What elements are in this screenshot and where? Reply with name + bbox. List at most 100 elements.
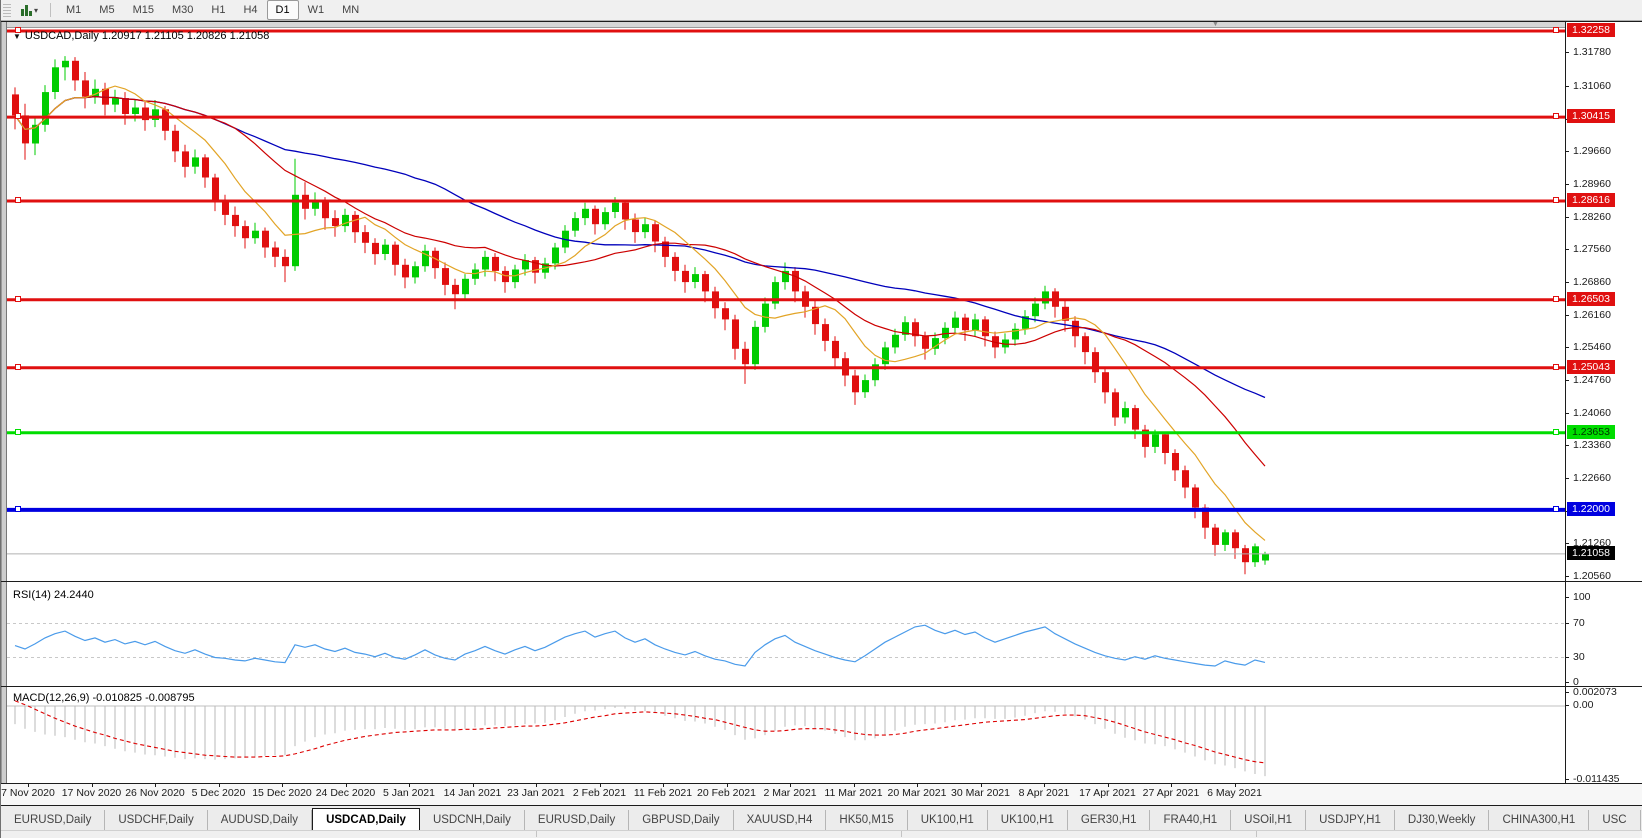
rsi-tick-mark — [1565, 657, 1569, 658]
price-tick-label: 1.31780 — [1573, 46, 1611, 58]
symbol-dropdown-icon[interactable]: ▼ — [13, 32, 21, 41]
rsi-label: RSI(14) 24.2440 — [13, 589, 94, 601]
timeframe-buttons: M1M5M15M30H1H4D1W1MN — [57, 0, 368, 20]
rsi-canvas[interactable] — [7, 583, 1565, 685]
chart-tab-usdcnh[interactable]: USDCNH,Daily — [420, 810, 525, 831]
chart-tab-audusd[interactable]: AUDUSD,Daily — [208, 810, 312, 831]
scrollbar-notch — [901, 831, 902, 837]
hline-price-label: 1.28616 — [1567, 193, 1615, 207]
hline-anchor-handle[interactable] — [1553, 27, 1559, 33]
macd-tick-mark — [1565, 779, 1569, 780]
price-tick-label: 1.26160 — [1573, 309, 1611, 321]
chart-tab-usdjpy[interactable]: USDJPY,H1 — [1306, 810, 1395, 831]
chart-title: ▼ USDCAD,Daily 1.20917 1.21105 1.20826 1.… — [13, 30, 269, 42]
price-tick-mark — [1565, 151, 1569, 152]
rsi-level-label: 70 — [1573, 617, 1585, 629]
price-tick-mark — [1565, 86, 1569, 87]
hline-anchor-handle[interactable] — [15, 296, 21, 302]
price-tick-label: 1.28960 — [1573, 178, 1611, 190]
price-tick-mark — [1565, 445, 1569, 446]
chart-tab-eurusd[interactable]: EURUSD,Daily — [525, 810, 629, 831]
timeframe-button-m30[interactable]: M30 — [163, 0, 202, 20]
price-tick-label: 1.24760 — [1573, 374, 1611, 386]
macd-canvas[interactable] — [7, 688, 1565, 782]
hline-anchor-handle[interactable] — [15, 113, 21, 119]
hline-price-label: 1.23653 — [1567, 425, 1615, 439]
chart-type-button[interactable]: ▾ — [15, 1, 44, 19]
panel-separator[interactable] — [1, 581, 1642, 582]
price-tick-label: 1.26860 — [1573, 276, 1611, 288]
chart-tab-usdcad[interactable]: USDCAD,Daily — [312, 808, 420, 831]
hline-anchor-handle[interactable] — [15, 27, 21, 33]
hline-anchor-handle[interactable] — [1553, 506, 1559, 512]
price-axis-border — [1565, 21, 1566, 783]
scrollbar-notch — [536, 831, 537, 837]
hline-anchor-handle[interactable] — [15, 364, 21, 370]
hline-price-label: 1.25043 — [1567, 360, 1615, 374]
chart-tab-uk100[interactable]: UK100,H1 — [908, 810, 988, 831]
hline-price-label: 1.32258 — [1567, 23, 1615, 37]
price-tick-label: 1.25460 — [1573, 341, 1611, 353]
scrollbar-notch — [1256, 831, 1257, 837]
main-chart-canvas[interactable] — [7, 22, 1565, 580]
rsi-tick-mark — [1565, 623, 1569, 624]
chart-tab-ger30[interactable]: GER30,H1 — [1068, 810, 1151, 831]
toolbar-grip[interactable] — [3, 3, 11, 17]
hline-price-label: 1.30415 — [1567, 109, 1615, 123]
chart-tab-china300[interactable]: CHINA300,H1 — [1489, 810, 1589, 831]
price-tick-mark — [1565, 217, 1569, 218]
hline-anchor-handle[interactable] — [15, 506, 21, 512]
chart-tab-usoil[interactable]: USOil,H1 — [1231, 810, 1306, 831]
hline-price-label: 1.22000 — [1567, 502, 1615, 516]
timeframe-toolbar: ▾ M1M5M15M30H1H4D1W1MN — [1, 0, 1642, 21]
chart-tab-bar: EURUSD,DailyUSDCHF,DailyAUDUSD,DailyUSDC… — [1, 805, 1642, 831]
chart-tab-gbpusd[interactable]: GBPUSD,Daily — [629, 810, 733, 831]
macd-scale-label: 0.002073 — [1573, 686, 1617, 698]
price-tick-mark — [1565, 52, 1569, 53]
price-tick-label: 1.31060 — [1573, 80, 1611, 92]
hline-anchor-handle[interactable] — [1553, 296, 1559, 302]
chart-tab-uk100[interactable]: UK100,H1 — [988, 810, 1068, 831]
hline-price-label: 1.26503 — [1567, 292, 1615, 306]
rsi-tick-mark — [1565, 682, 1569, 683]
hline-anchor-handle[interactable] — [1553, 429, 1559, 435]
timeframe-button-h4[interactable]: H4 — [234, 0, 266, 20]
hline-anchor-handle[interactable] — [15, 429, 21, 435]
timeframe-button-m15[interactable]: M15 — [124, 0, 163, 20]
chart-tab-usdchf[interactable]: USDCHF,Daily — [105, 810, 207, 831]
timeframe-button-m5[interactable]: M5 — [90, 0, 123, 20]
price-tick-mark — [1565, 315, 1569, 316]
macd-tick-mark — [1565, 692, 1569, 693]
price-tick-label: 1.28260 — [1573, 211, 1611, 223]
panel-separator[interactable] — [1, 686, 1642, 687]
timeframe-button-h1[interactable]: H1 — [202, 0, 234, 20]
timeframe-button-mn[interactable]: MN — [333, 0, 368, 20]
candlestick-chart-icon — [21, 5, 32, 16]
chart-title-text: USDCAD,Daily 1.20917 1.21105 1.20826 1.2… — [25, 30, 269, 42]
macd-tick-mark — [1565, 705, 1569, 706]
timeframe-button-d1[interactable]: D1 — [267, 0, 299, 20]
hline-anchor-handle[interactable] — [1553, 113, 1559, 119]
timeframe-button-m1[interactable]: M1 — [57, 0, 90, 20]
price-tick-mark — [1565, 282, 1569, 283]
date-tick-label: 6 May 2021 — [1190, 787, 1280, 799]
hline-anchor-handle[interactable] — [1553, 364, 1559, 370]
tab-scrollbar-strip[interactable] — [1, 830, 1642, 838]
macd-label: MACD(12,26,9) -0.010825 -0.008795 — [13, 692, 195, 704]
timeframe-button-w1[interactable]: W1 — [299, 0, 334, 20]
chart-tab-fra40[interactable]: FRA40,H1 — [1150, 810, 1231, 831]
chart-tab-eurusd[interactable]: EURUSD,Daily — [1, 810, 105, 831]
chart-tab-dj30[interactable]: DJ30,Weekly — [1395, 810, 1490, 831]
chevron-down-icon: ▾ — [34, 6, 38, 15]
macd-scale-label: -0.011435 — [1573, 773, 1620, 785]
price-tick-mark — [1565, 543, 1569, 544]
chart-tab-usc[interactable]: USC — [1589, 810, 1640, 831]
price-tick-mark — [1565, 347, 1569, 348]
toolbar-separator — [50, 3, 51, 17]
mt4-terminal-window: ▾ M1M5M15M30H1H4D1W1MN ▼ ▼ USDCAD,Daily 1… — [0, 0, 1642, 838]
chart-tab-hk50[interactable]: HK50,M15 — [826, 810, 907, 831]
chart-tab-xauusd[interactable]: XAUUSD,H4 — [734, 810, 827, 831]
hline-anchor-handle[interactable] — [1553, 197, 1559, 203]
price-tick-mark — [1565, 380, 1569, 381]
hline-anchor-handle[interactable] — [15, 197, 21, 203]
